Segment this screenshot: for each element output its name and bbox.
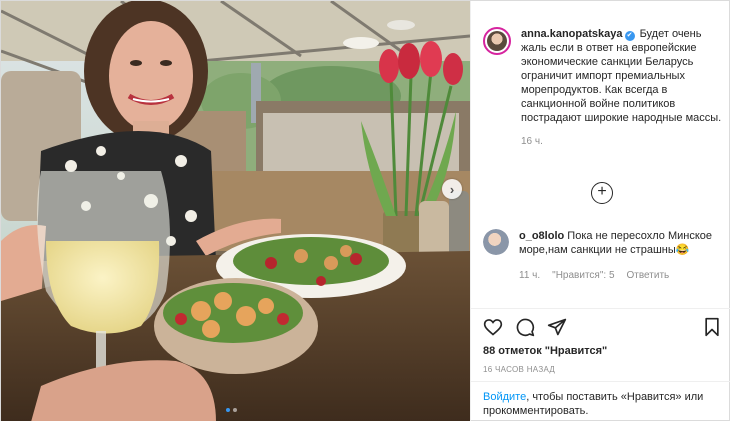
carousel-indicator	[226, 408, 237, 412]
plus-circle-icon: +	[597, 183, 607, 200]
comment-icon[interactable]	[515, 317, 535, 337]
avatar-image	[487, 31, 507, 51]
post-side-panel: anna.kanopatskaya ✔ Будет очень жаль если…	[470, 1, 730, 421]
carousel-dot	[226, 408, 230, 412]
caption-text: Будет очень жаль если в ответ на европей…	[521, 28, 722, 124]
instagram-post: › anna.kanopatskaya ✔ Будет очень жаль ес…	[0, 0, 730, 421]
author-username[interactable]: anna.kanopatskaya	[521, 28, 623, 40]
avatar-image	[483, 229, 509, 255]
comment-likes[interactable]: "Нравится": 5	[552, 269, 614, 283]
caption-time[interactable]: 16 ч.	[521, 135, 723, 149]
reply-button[interactable]: Ответить	[627, 269, 670, 283]
post-timestamp[interactable]: 16 ЧАСОВ НАЗАД	[483, 365, 555, 374]
likes-count[interactable]: 88 отметок "Нравится"	[483, 345, 607, 357]
carousel-next-button[interactable]: ›	[442, 179, 462, 199]
bookmark-icon	[705, 317, 719, 337]
comment-meta: 11 ч. "Нравится": 5 Ответить	[519, 269, 723, 283]
commenter-username[interactable]: o_o8lolo	[519, 230, 564, 242]
post-photo[interactable]: ›	[1, 1, 470, 421]
author-avatar[interactable]	[483, 27, 511, 55]
bookmark-button[interactable]	[702, 317, 722, 340]
comment-item: o_o8lolo Пока не пересохло Минское море,…	[483, 229, 723, 283]
verified-badge-icon: ✔	[624, 31, 635, 41]
photo-illustration	[1, 1, 470, 421]
caption-body: anna.kanopatskaya ✔ Будет очень жаль если…	[521, 27, 723, 149]
post-actions-section: 88 отметок "Нравится" 16 ЧАСОВ НАЗАД	[471, 308, 730, 374]
load-more-comments-button[interactable]: +	[591, 182, 613, 204]
login-prompt: Войдите, чтобы поставить «Нравится» или …	[483, 390, 723, 418]
login-prompt-section: Войдите, чтобы поставить «Нравится» или …	[471, 381, 730, 417]
chevron-right-icon: ›	[449, 181, 455, 197]
comment-time[interactable]: 11 ч.	[519, 269, 540, 283]
action-bar	[483, 317, 567, 337]
login-link[interactable]: Войдите	[483, 391, 526, 403]
comment-body: o_o8lolo Пока не пересохло Минское море,…	[519, 229, 723, 283]
heart-icon[interactable]	[483, 317, 503, 337]
commenter-avatar[interactable]	[483, 229, 509, 255]
carousel-dot	[233, 408, 237, 412]
share-icon[interactable]	[547, 317, 567, 337]
post-caption: anna.kanopatskaya ✔ Будет очень жаль если…	[483, 27, 723, 149]
